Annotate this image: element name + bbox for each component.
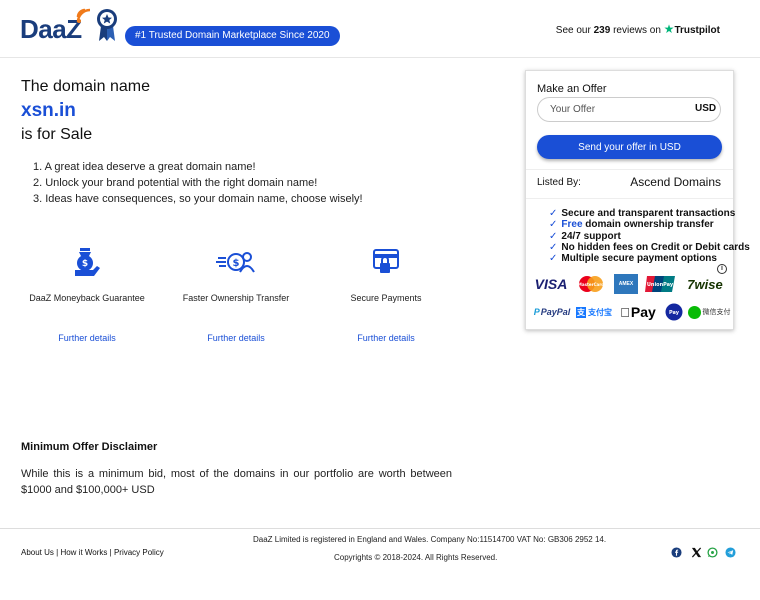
svg-text:UnionPay: UnionPay <box>647 282 674 288</box>
disclaimer-title: Minimum Offer Disclaimer <box>21 441 158 453</box>
site-header: DaaZ #1 Trusted Domain Marketplace Since… <box>0 0 760 58</box>
check-icon: ✓ <box>549 241 558 253</box>
feature-secure-payments: Secure Payments Further details <box>316 246 456 343</box>
applepay-logo: Pay <box>620 304 656 320</box>
benefits-list: ✓ Secure and transparent transactions ✓ Fr… <box>549 208 750 264</box>
svg-text:$: $ <box>233 258 240 269</box>
wise-logo: 7wise <box>687 276 723 292</box>
listed-by-label: Listed By: <box>537 177 581 188</box>
tagline-badge: #1 Trusted Domain Marketplace Since 2020 <box>125 26 340 46</box>
feature-transfer: $ Faster Ownership Transfer Further deta… <box>166 246 306 343</box>
check-icon: ✓ <box>549 219 558 231</box>
free-highlight: Free <box>561 219 583 231</box>
list-item: ✓ 24/7 support <box>549 230 621 242</box>
offer-title: Make an Offer <box>537 83 607 95</box>
payment-methods-row-1: VISA MasterCard AMEX UnionPay 7wise <box>532 274 730 296</box>
visa-logo: VISA <box>534 276 568 292</box>
samsungpay-logo: Pay <box>665 302 683 322</box>
list-item: 1. A great idea deserve a great domain n… <box>33 161 256 173</box>
whatsapp-icon[interactable] <box>707 547 718 558</box>
svg-text:Pay: Pay <box>669 310 680 316</box>
telegram-icon[interactable] <box>725 547 736 558</box>
divider <box>526 169 733 170</box>
wechatpay-logo: 微信支付 <box>687 302 731 322</box>
svg-text:MasterCard: MasterCard <box>578 282 604 287</box>
unionpay-logo: UnionPay <box>645 274 675 294</box>
list-item: ✓ Multiple secure payment options <box>549 253 717 265</box>
payment-methods-row-2: PPayPal 支支付宝 Pay Pay 微信支付 <box>532 302 731 324</box>
x-twitter-icon[interactable] <box>691 547 702 558</box>
signal-icon <box>76 8 91 23</box>
svg-text:$: $ <box>82 259 88 269</box>
about-us-link[interactable]: About Us <box>21 548 54 557</box>
check-icon: ✓ <box>549 230 558 242</box>
trustpilot-reviews[interactable]: See our 239 reviews on ★Trustpilot <box>556 22 720 36</box>
mastercard-logo: MasterCard <box>576 274 606 294</box>
domain-name: xsn.in <box>21 100 76 121</box>
facebook-icon[interactable] <box>671 547 682 558</box>
footer-divider <box>0 528 760 529</box>
secure-payment-icon <box>373 249 399 273</box>
trust-prefix: See our <box>555 25 591 36</box>
trust-suffix: reviews on <box>613 25 661 36</box>
daaz-logo[interactable]: DaaZ <box>20 4 120 44</box>
amex-logo: AMEX <box>614 274 638 294</box>
send-offer-button[interactable]: Send your offer in USD <box>537 135 722 159</box>
check-icon: ✓ <box>549 253 558 265</box>
award-badge-icon <box>97 9 117 41</box>
transfer-icon: $ <box>216 252 255 273</box>
trustpilot-brand: Trustpilot <box>674 25 720 36</box>
list-item: ✓ Secure and transparent transactions <box>549 208 736 219</box>
feature-title: DaaZ Moneyback Guarantee <box>29 293 145 303</box>
further-details-link[interactable]: Further details <box>166 333 306 343</box>
alipay-logo: 支支付宝 <box>576 306 612 318</box>
info-icon[interactable]: i <box>717 264 727 274</box>
copyright: Copyrights © 2018-2024. All Rights Reser… <box>334 553 498 562</box>
feature-moneyback: $ DaaZ Moneyback Guarantee Further detai… <box>17 246 157 343</box>
company-registration: DaaZ Limited is registered in England an… <box>253 535 607 544</box>
moneyback-icon: $ <box>75 248 100 276</box>
feature-title: Secure Payments <box>350 293 422 303</box>
check-icon: ✓ <box>549 208 558 219</box>
trustpilot-star-icon: ★ <box>663 22 675 36</box>
list-item: 3. Ideas have consequences, so your doma… <box>33 193 363 205</box>
review-count: 239 <box>593 25 611 36</box>
footer-links: About Us | How it Works | Privacy Policy <box>21 548 164 557</box>
further-details-link[interactable]: Further details <box>17 333 157 343</box>
offer-input[interactable] <box>537 97 721 122</box>
logo-text: DaaZ <box>20 14 82 44</box>
list-item: ✓ No hidden fees on Credit or Debit cards <box>549 241 750 253</box>
list-item: ✓ Free domain ownership transfer <box>549 219 714 231</box>
paypal-logo: P PayPal <box>533 307 571 317</box>
divider <box>526 198 733 199</box>
how-it-works-link[interactable]: How it Works <box>60 548 107 557</box>
hero-line-3: is for Sale <box>21 126 93 143</box>
ideas-list: 1. A great idea deserve a great domain n… <box>33 159 363 207</box>
offer-card: Make an Offer USD Send your offer in USD… <box>525 70 750 330</box>
list-item: 2. Unlock your brand potential with the … <box>33 177 318 189</box>
hero-line-1: The domain name <box>21 78 150 95</box>
further-details-link[interactable]: Further details <box>316 333 456 343</box>
listed-by-value: Ascend Domains <box>630 175 721 189</box>
currency-label: USD <box>695 103 717 114</box>
disclaimer-text: While this is a minimum bid, most of the… <box>21 468 452 496</box>
privacy-policy-link[interactable]: Privacy Policy <box>114 548 164 557</box>
feature-title: Faster Ownership Transfer <box>182 293 290 303</box>
